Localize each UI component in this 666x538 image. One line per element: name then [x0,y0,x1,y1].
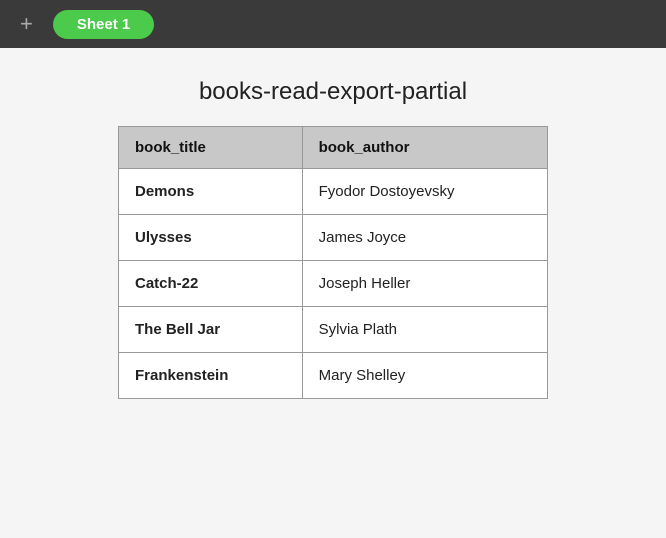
spreadsheet-title: books-read-export-partial [199,78,467,106]
data-table: book_title book_author DemonsFyodor Dost… [118,126,548,399]
table-row: DemonsFyodor Dostoyevsky [119,169,548,215]
column-header-title: book_title [119,127,303,169]
table-row: Catch-22Joseph Heller [119,261,548,307]
cell-book-author: Joseph Heller [302,261,547,307]
column-header-author: book_author [302,127,547,169]
cell-book-author: James Joyce [302,215,547,261]
tab-bar: + Sheet 1 [0,0,666,48]
table-row: UlyssesJames Joyce [119,215,548,261]
add-sheet-button[interactable]: + [12,9,41,39]
sheet-tab-1[interactable]: Sheet 1 [53,10,154,39]
cell-book-title: The Bell Jar [119,307,303,353]
cell-book-author: Fyodor Dostoyevsky [302,169,547,215]
table-row: The Bell JarSylvia Plath [119,307,548,353]
table-row: FrankensteinMary Shelley [119,353,548,399]
main-content: books-read-export-partial book_title boo… [0,48,666,439]
cell-book-title: Catch-22 [119,261,303,307]
cell-book-title: Ulysses [119,215,303,261]
cell-book-author: Sylvia Plath [302,307,547,353]
cell-book-title: Frankenstein [119,353,303,399]
table-header-row: book_title book_author [119,127,548,169]
cell-book-author: Mary Shelley [302,353,547,399]
cell-book-title: Demons [119,169,303,215]
